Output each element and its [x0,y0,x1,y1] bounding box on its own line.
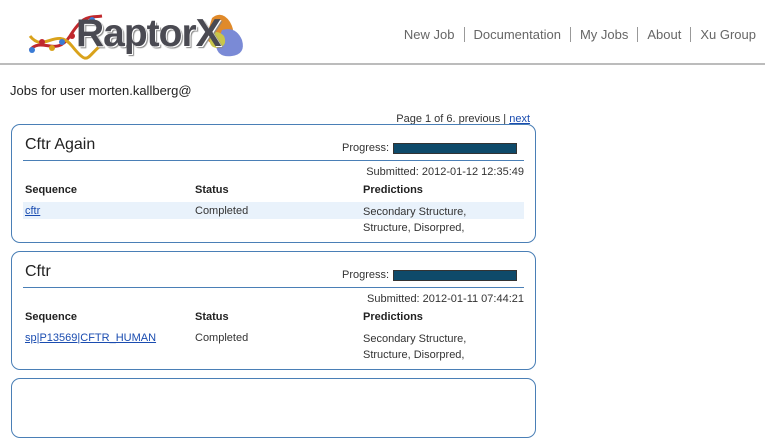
logo-text: RaptorX [76,12,222,55]
predictions-cell: Secondary Structure, Structure, Disorpre… [363,206,467,234]
predictions-header: Predictions [363,184,423,196]
predictions-header: Predictions [363,311,423,323]
sequence-header: Sequence [25,311,77,323]
status-cell: Completed [195,332,249,344]
header: RaptorX New Job Documentation My Jobs About… [0,0,765,64]
job-divider [23,287,524,288]
nav-documentation[interactable]: Documentation [463,27,570,42]
status-cell: Completed [195,205,249,217]
job-card: Cftr Progress: Submitted: 2012-01-11 07:… [11,251,536,370]
sequence-header: Sequence [25,184,77,196]
raptorx-logo[interactable]: RaptorX [22,6,262,62]
job-divider [23,160,524,161]
sequence-link[interactable]: cftr [25,205,40,217]
progress-label: Progress: [342,269,390,281]
progress-label: Progress: [342,142,390,154]
progress-fill [394,271,516,280]
page-title: Jobs for user morten.kallberg@ [10,83,192,98]
header-divider [0,63,765,65]
top-nav: New Job Documentation My Jobs About Xu Group [395,27,765,42]
job-title: Cftr Again [25,136,96,153]
job-card [11,378,536,438]
sequence-link[interactable]: sp|P13569|CFTR_HUMAN [25,332,156,344]
status-header: Status [195,311,229,323]
sequence-cell: cftr [25,205,40,217]
job-title: Cftr [25,263,51,280]
submitted-time: Submitted: 2012-01-12 12:35:49 [366,166,524,178]
status-header: Status [195,184,229,196]
nav-about[interactable]: About [637,27,691,42]
predictions-cell: Secondary Structure, Structure, Disorpre… [363,333,467,361]
submitted-time: Submitted: 2012-01-11 07:44:21 [367,293,524,305]
nav-xu-group[interactable]: Xu Group [690,27,765,42]
job-card: Cftr Again Progress: Submitted: 2012-01-… [11,124,536,243]
nav-my-jobs[interactable]: My Jobs [569,27,638,42]
progress-fill [394,144,516,153]
sequence-cell: sp|P13569|CFTR_HUMAN [25,332,156,344]
progress-bar [393,270,517,281]
nav-new-job[interactable]: New Job [395,27,464,42]
progress-bar [393,143,517,154]
